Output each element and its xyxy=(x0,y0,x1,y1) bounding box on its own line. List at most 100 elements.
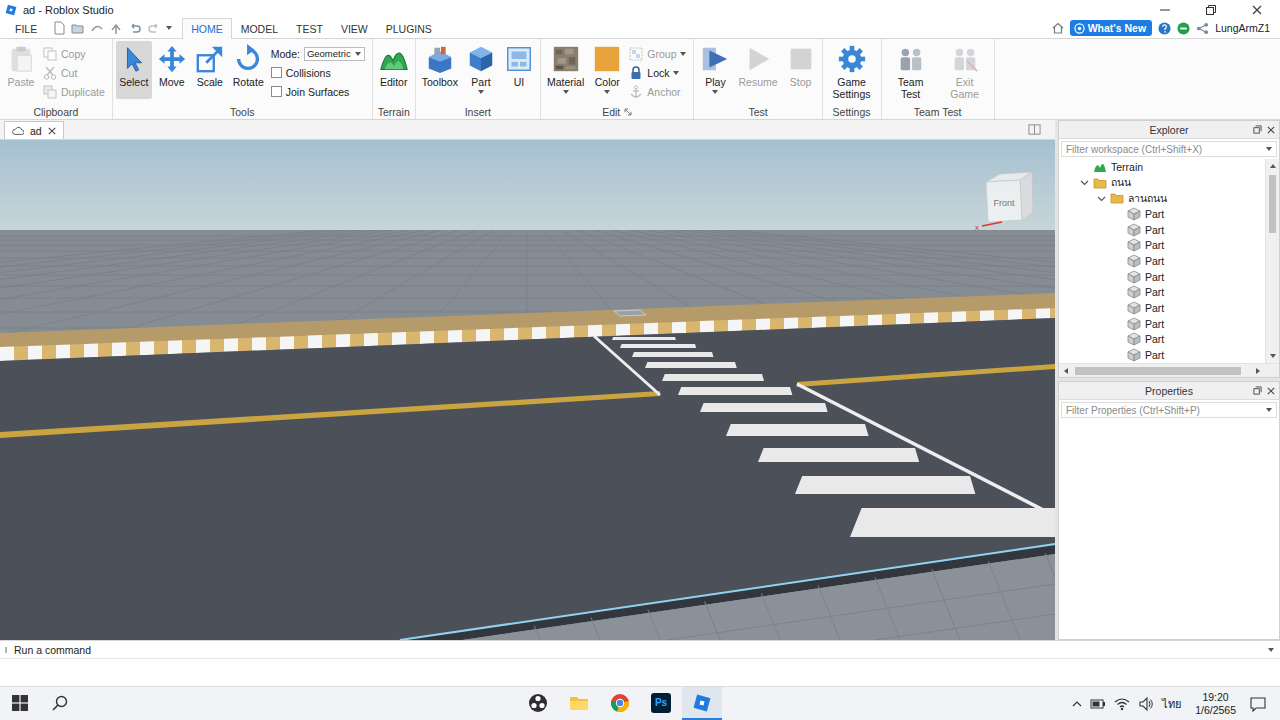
ribbon-small-button[interactable]: Cut xyxy=(43,64,105,81)
ribbon-group: Team TestExit GameTeam Test xyxy=(882,39,995,119)
tree-item[interactable]: ลานถนน xyxy=(1059,190,1265,206)
scroll-arrow[interactable] xyxy=(1251,364,1265,378)
group-label: Insert xyxy=(465,106,491,118)
part-icon xyxy=(1127,332,1141,346)
restore-button[interactable] xyxy=(1188,0,1234,19)
ribbon-button[interactable]: Select xyxy=(116,41,152,99)
split-view-button[interactable] xyxy=(1028,123,1041,136)
ribbon-button[interactable]: Move xyxy=(154,41,190,99)
tree-item[interactable]: Part xyxy=(1059,253,1265,269)
part-icon xyxy=(1127,348,1141,362)
part-icon xyxy=(1127,301,1141,315)
menu-tab[interactable]: MODEL xyxy=(232,18,287,38)
scene-drawing[interactable]: Frontx xyxy=(0,140,1055,640)
taskbar-app[interactable] xyxy=(600,687,640,720)
checkbox-row[interactable]: Collisions xyxy=(271,64,365,81)
tree-item[interactable]: Part xyxy=(1059,285,1265,301)
taskbar-app[interactable] xyxy=(559,687,599,720)
ribbon-button[interactable]: Editor xyxy=(376,41,412,99)
ribbon-button[interactable]: Material xyxy=(544,41,587,99)
ribbon-group: Game SettingsSettings xyxy=(823,39,882,119)
group-label: Terrain xyxy=(378,106,410,118)
ribbon-button[interactable]: Game Settings xyxy=(826,41,878,102)
mode-dropdown[interactable]: Geometric xyxy=(304,47,365,61)
checkbox[interactable] xyxy=(271,86,282,97)
ribbon-button[interactable]: UI xyxy=(501,41,537,99)
tree-item[interactable]: Part xyxy=(1059,347,1265,363)
checkbox-row[interactable]: Join Surfaces xyxy=(271,83,365,100)
taskbar-app[interactable] xyxy=(682,687,722,720)
tree-item[interactable]: Part xyxy=(1059,269,1265,285)
menu-tab[interactable]: TEST xyxy=(287,18,332,38)
battery-icon xyxy=(1090,696,1106,712)
tree-item[interactable]: Part xyxy=(1059,332,1265,348)
checkbox[interactable] xyxy=(271,67,282,78)
ribbon-button[interactable]: Part xyxy=(463,41,499,99)
input-language[interactable]: ไทย xyxy=(1162,695,1181,713)
window-title: ad - Roblox Studio xyxy=(23,4,114,16)
search-button[interactable] xyxy=(40,687,80,720)
scroll-arrow[interactable] xyxy=(1059,364,1073,378)
undock-icon xyxy=(1253,386,1262,395)
ribbon-button[interactable]: Resume xyxy=(735,41,780,99)
tree-item[interactable]: Terrain xyxy=(1059,159,1265,175)
color-swatch-icon xyxy=(592,44,622,74)
dialog-launcher-icon xyxy=(624,108,632,116)
ribbon-button[interactable]: Color xyxy=(589,41,625,99)
user-name[interactable]: LungArmZ1 xyxy=(1215,22,1270,34)
tree-item[interactable]: Part xyxy=(1059,237,1265,253)
paste-icon xyxy=(6,44,36,74)
ribbon-small-button[interactable]: Lock xyxy=(629,64,686,81)
filter-field[interactable]: Filter workspace (Ctrl+Shift+X) xyxy=(1061,141,1277,157)
undock-icon xyxy=(1253,125,1262,134)
horizontal-scrollbar[interactable] xyxy=(1059,363,1279,378)
document-tab[interactable]: ad xyxy=(4,121,64,139)
ribbon-button[interactable]: Rotate xyxy=(230,41,267,99)
minimize-button[interactable] xyxy=(1142,0,1188,19)
menu-tab[interactable]: HOME xyxy=(182,18,232,39)
menu-tab[interactable]: PLUGINS xyxy=(377,18,441,38)
whats-new-button[interactable]: What's New xyxy=(1070,20,1153,36)
vertical-scrollbar[interactable] xyxy=(1265,159,1279,363)
ribbon-button[interactable]: Paste xyxy=(3,41,39,99)
view-cube[interactable]: Frontx xyxy=(975,172,1033,232)
crosswalk xyxy=(612,337,1055,537)
ribbon-button[interactable]: Scale xyxy=(192,41,228,99)
filter-field[interactable]: Filter Properties (Ctrl+Shift+P) xyxy=(1061,402,1277,418)
ribbon-button[interactable]: Toolbox xyxy=(419,41,461,99)
dropdown-caret-icon[interactable] xyxy=(166,26,172,30)
ribbon-small-button[interactable]: Anchor xyxy=(629,83,686,100)
scroll-arrow[interactable] xyxy=(1266,349,1280,363)
tree-item[interactable]: Part xyxy=(1059,300,1265,316)
menu-tab[interactable]: VIEW xyxy=(332,18,377,38)
scroll-thumb[interactable] xyxy=(1075,367,1241,375)
tree-item[interactable]: Part xyxy=(1059,222,1265,238)
taskbar-app[interactable] xyxy=(518,687,558,720)
app-logo-icon xyxy=(4,3,18,17)
ribbon-button[interactable]: Exit Game xyxy=(939,41,991,102)
ribbon: PasteCopyCutDuplicateClipboardSelectMove… xyxy=(0,39,1280,120)
taskbar-app[interactable]: Ps xyxy=(641,687,681,720)
close-button[interactable] xyxy=(1234,0,1280,19)
scissors-icon xyxy=(43,66,57,80)
tree-item[interactable]: Part xyxy=(1059,206,1265,222)
menu-tab[interactable]: FILE xyxy=(6,18,46,38)
ribbon-small-button[interactable]: Copy xyxy=(43,45,105,62)
scroll-thumb[interactable] xyxy=(1269,175,1276,233)
ribbon-small-button[interactable]: Duplicate xyxy=(43,83,105,100)
dropdown-caret-icon xyxy=(355,52,361,56)
scroll-arrow[interactable] xyxy=(1266,159,1280,173)
tree-item[interactable]: ถนน xyxy=(1059,175,1265,191)
tree-item[interactable]: Part xyxy=(1059,316,1265,332)
ribbon-button[interactable]: Play xyxy=(697,41,733,99)
ui-frame-icon xyxy=(504,44,534,74)
group-label: Tools xyxy=(230,106,255,118)
ribbon-button[interactable]: Stop xyxy=(783,41,819,99)
viewport[interactable]: Frontx xyxy=(0,140,1055,640)
command-bar[interactable]: Run a command xyxy=(0,640,1280,659)
ribbon-small-button[interactable]: Group xyxy=(629,45,686,62)
panel-title: Explorer xyxy=(1149,124,1188,136)
ribbon-button[interactable]: Team Test xyxy=(885,41,937,102)
start-button[interactable] xyxy=(0,687,40,720)
clock[interactable]: 19:201/6/2565 xyxy=(1189,691,1242,717)
